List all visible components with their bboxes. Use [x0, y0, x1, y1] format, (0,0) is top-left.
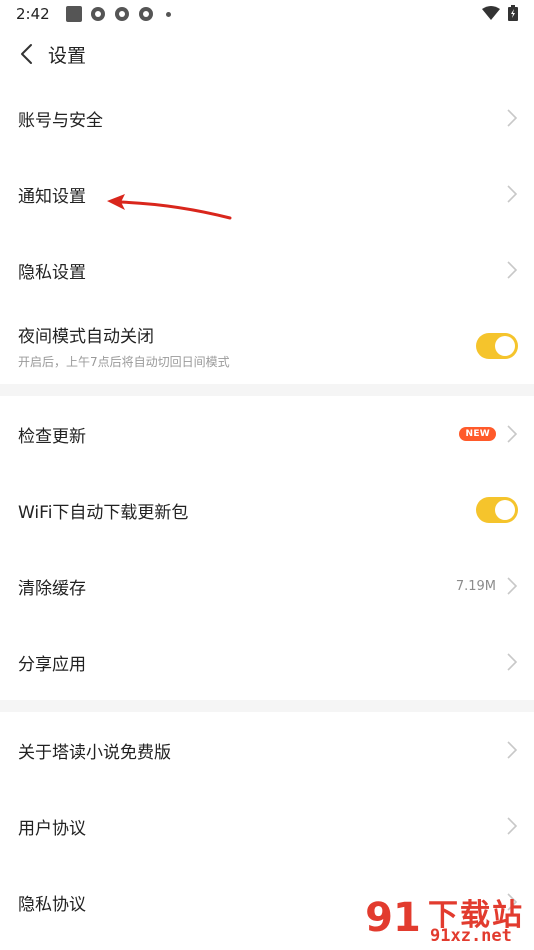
back-arrow-icon — [21, 44, 32, 64]
chevron-right-icon — [507, 109, 518, 127]
more-notifications-dot-icon — [165, 11, 171, 17]
settings-list: 账号与安全 通知设置 隐私设置 夜间模式自动关闭 开启后，上午7点后将自动切回日… — [0, 80, 534, 940]
app-notification-icon — [114, 7, 129, 21]
chevron-right-icon — [507, 741, 518, 759]
app-notification-icon — [138, 7, 153, 21]
section-divider — [0, 384, 534, 396]
settings-item-label: WiFi下自动下载更新包 — [18, 502, 189, 523]
chevron-right-icon — [507, 185, 518, 203]
watermark-bottom-text: 91xz.net — [430, 926, 512, 946]
settings-item-label: 关于塔读小说免费版 — [18, 742, 171, 763]
settings-item-check-update[interactable]: 检查更新 NEW — [0, 396, 534, 472]
settings-item-label: 清除缓存 — [18, 578, 86, 599]
settings-item-label: 夜间模式自动关闭 — [18, 327, 154, 347]
status-time: 2:42 — [16, 5, 50, 23]
settings-item-night-mode-auto-off: 夜间模式自动关闭 开启后，上午7点后将自动切回日间模式 — [0, 308, 534, 384]
annotation-arrow-icon — [107, 194, 232, 220]
chevron-right-icon — [507, 261, 518, 279]
settings-item-label: 账号与安全 — [18, 110, 103, 131]
page-title: 设置 — [48, 44, 87, 67]
section-divider — [0, 700, 534, 712]
settings-item-share-app[interactable]: 分享应用 — [0, 624, 534, 700]
chevron-right-icon — [507, 577, 518, 595]
toggle-knob — [495, 500, 515, 520]
wifi-icon — [482, 6, 500, 20]
settings-item-label: 分享应用 — [18, 654, 86, 675]
settings-item-label: 隐私设置 — [18, 262, 86, 283]
settings-item-label: 通知设置 — [18, 186, 86, 207]
settings-item-account-security[interactable]: 账号与安全 — [0, 80, 534, 156]
app-notification-icon — [90, 7, 105, 21]
settings-item-description: 开启后，上午7点后将自动切回日间模式 — [18, 355, 230, 369]
watermark-badge: 91 — [365, 895, 421, 941]
night-mode-toggle[interactable] — [476, 333, 518, 359]
app-header: 设置 — [0, 30, 534, 78]
settings-item-user-agreement[interactable]: 用户协议 — [0, 788, 534, 864]
toggle-knob — [495, 336, 515, 356]
settings-item-label: 检查更新 — [18, 426, 86, 447]
settings-item-label: 隐私协议 — [18, 894, 86, 915]
battery-icon — [508, 5, 518, 21]
back-button[interactable] — [14, 39, 38, 69]
new-badge: NEW — [459, 427, 496, 441]
wifi-auto-download-toggle[interactable] — [476, 497, 518, 523]
chevron-right-icon — [507, 425, 518, 443]
settings-item-label: 用户协议 — [18, 818, 86, 839]
chevron-right-icon — [507, 817, 518, 835]
settings-item-clear-cache[interactable]: 清除缓存 7.19M — [0, 548, 534, 624]
watermark-logo: 91 下载站 91xz.net — [362, 888, 532, 948]
notification-square-icon — [65, 6, 82, 22]
chevron-right-icon — [507, 653, 518, 671]
settings-item-notification[interactable]: 通知设置 — [0, 156, 534, 232]
settings-item-about[interactable]: 关于塔读小说免费版 — [0, 712, 534, 788]
status-bar: 2:42 — [0, 0, 534, 28]
settings-item-wifi-auto-download: WiFi下自动下载更新包 — [0, 472, 534, 548]
cache-size-value: 7.19M — [455, 578, 496, 594]
settings-item-privacy[interactable]: 隐私设置 — [0, 232, 534, 308]
